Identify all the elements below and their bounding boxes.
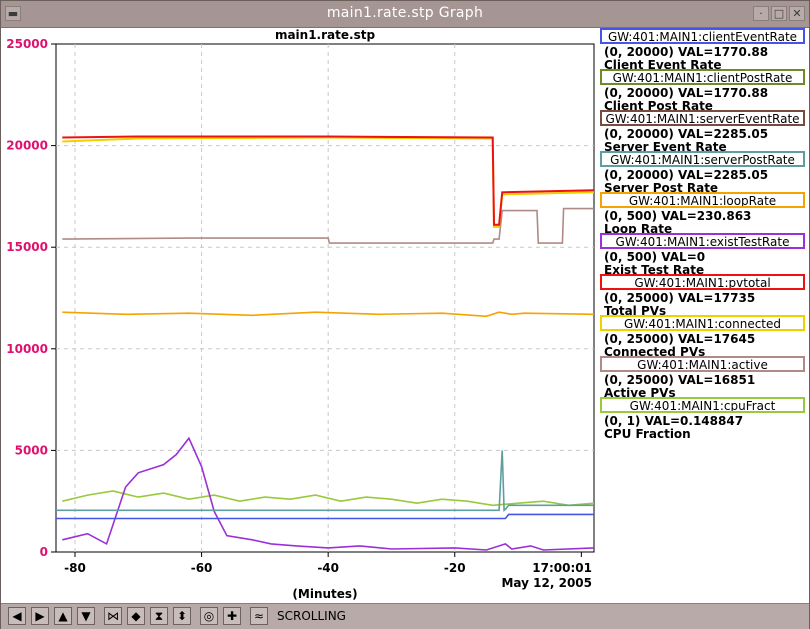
maximize-button[interactable]: □ [771,6,787,21]
circle-icon: ◎ [203,609,215,623]
legend-range-2: (0, 20000) VAL=2285.05 [604,127,769,141]
circle-button[interactable]: ◎ [200,607,218,625]
legend-range-9: (0, 1) VAL=0.148847 [604,414,744,428]
zoom-out-x-icon: ◆ [131,609,141,623]
y-tick-label: 0 [40,545,48,559]
legend-range-3: (0, 20000) VAL=2285.05 [604,168,769,182]
toolbar: ◀ ▶ ▲ ▼ ⋈ ◆ ⧗ ⬍ ◎ ✚ ≈ SCROLLING [1,603,809,629]
legend-range-1: (0, 20000) VAL=1770.88 [604,86,769,100]
zoom-in-x-button[interactable]: ⋈ [104,607,122,625]
plus-icon: ✚ [226,609,238,623]
window-title: main1.rate.stp Graph [326,5,484,21]
y-tick-label: 10000 [6,342,48,356]
plot-frame [55,43,595,553]
x-tick-label: -60 [191,561,213,575]
close-button[interactable]: ✕ [789,6,805,21]
y-tick-label: 20000 [6,139,48,153]
x-tick-label: -40 [317,561,339,575]
legend-entry-4[interactable]: GW:401:MAIN1:loopRate [600,192,805,208]
arrow-right-icon: ▶ [35,609,45,623]
zoom-out-y-icon: ⬍ [176,609,188,623]
legend-entry-5[interactable]: GW:401:MAIN1:existTestRate [600,233,805,249]
legend-entry-0[interactable]: GW:401:MAIN1:clientEventRate [600,28,805,44]
zoom-in-y-icon: ⧗ [154,609,164,623]
plot-title: main1.rate.stp [275,28,375,42]
legend-range-0: (0, 20000) VAL=1770.88 [604,45,769,59]
autoscale-button[interactable]: ≈ [250,607,268,625]
autoscale-icon: ≈ [253,609,265,623]
title-bar[interactable]: ▬ main1.rate.stp Graph · □ ✕ [1,1,809,28]
legend-entry-6[interactable]: GW:401:MAIN1:pvtotal [600,274,805,290]
legend-range-7: (0, 25000) VAL=17645 [604,332,756,346]
legend-entry-3[interactable]: GW:401:MAIN1:serverPostRate [600,151,805,167]
x-tick-label: -20 [444,561,466,575]
zoom-in-x-icon: ⋈ [107,609,119,623]
plus-button[interactable]: ✚ [223,607,241,625]
legend-entry-9[interactable]: GW:401:MAIN1:cpuFract [600,397,805,413]
y-tick-label: 15000 [6,240,48,254]
legend-entry-1[interactable]: GW:401:MAIN1:clientPostRate [600,69,805,85]
maximize-icon: □ [773,7,785,20]
scrolling-label: SCROLLING [277,609,346,623]
graph-window: ▬ main1.rate.stp Graph · □ ✕ main1.rate.… [0,0,810,629]
arrow-left-icon: ◀ [12,609,22,623]
legend-entry-8[interactable]: GW:401:MAIN1:active [600,356,805,372]
close-icon: ✕ [792,7,802,20]
arrow-down-button[interactable]: ▼ [77,607,95,625]
y-tick-label: 25000 [6,37,48,51]
arrow-right-button[interactable]: ▶ [31,607,49,625]
strip-chart[interactable]: main1.rate.stp 0 5000 10000 15000 20000 25000 -… [1,28,810,603]
legend-entry-7[interactable]: GW:401:MAIN1:connected [600,315,805,331]
minimize-icon: · [759,7,763,20]
arrow-down-icon: ▼ [81,609,91,623]
x-axis-label: (Minutes) [292,587,357,601]
arrow-left-button[interactable]: ◀ [8,607,26,625]
arrow-up-button[interactable]: ▲ [54,607,72,625]
arrow-up-icon: ▲ [58,609,68,623]
x-tick-label: 17:00:01 [532,561,592,575]
legend-range-4: (0, 500) VAL=230.863 [604,209,752,223]
legend-range-5: (0, 500) VAL=0 [604,250,706,264]
legend-entry-2[interactable]: GW:401:MAIN1:serverEventRate [600,110,805,126]
legend-range-6: (0, 25000) VAL=17735 [604,291,756,305]
minimize-button[interactable]: · [753,6,769,21]
zoom-in-y-button[interactable]: ⧗ [150,607,168,625]
x-tick-label: -80 [64,561,86,575]
zoom-out-y-button[interactable]: ⬍ [173,607,191,625]
legend-desc-9: CPU Fraction [604,427,691,441]
y-tick-label: 5000 [15,443,48,457]
zoom-out-x-button[interactable]: ◆ [127,607,145,625]
date-label: May 12, 2005 [501,576,592,590]
legend-range-8: (0, 25000) VAL=16851 [604,373,756,387]
